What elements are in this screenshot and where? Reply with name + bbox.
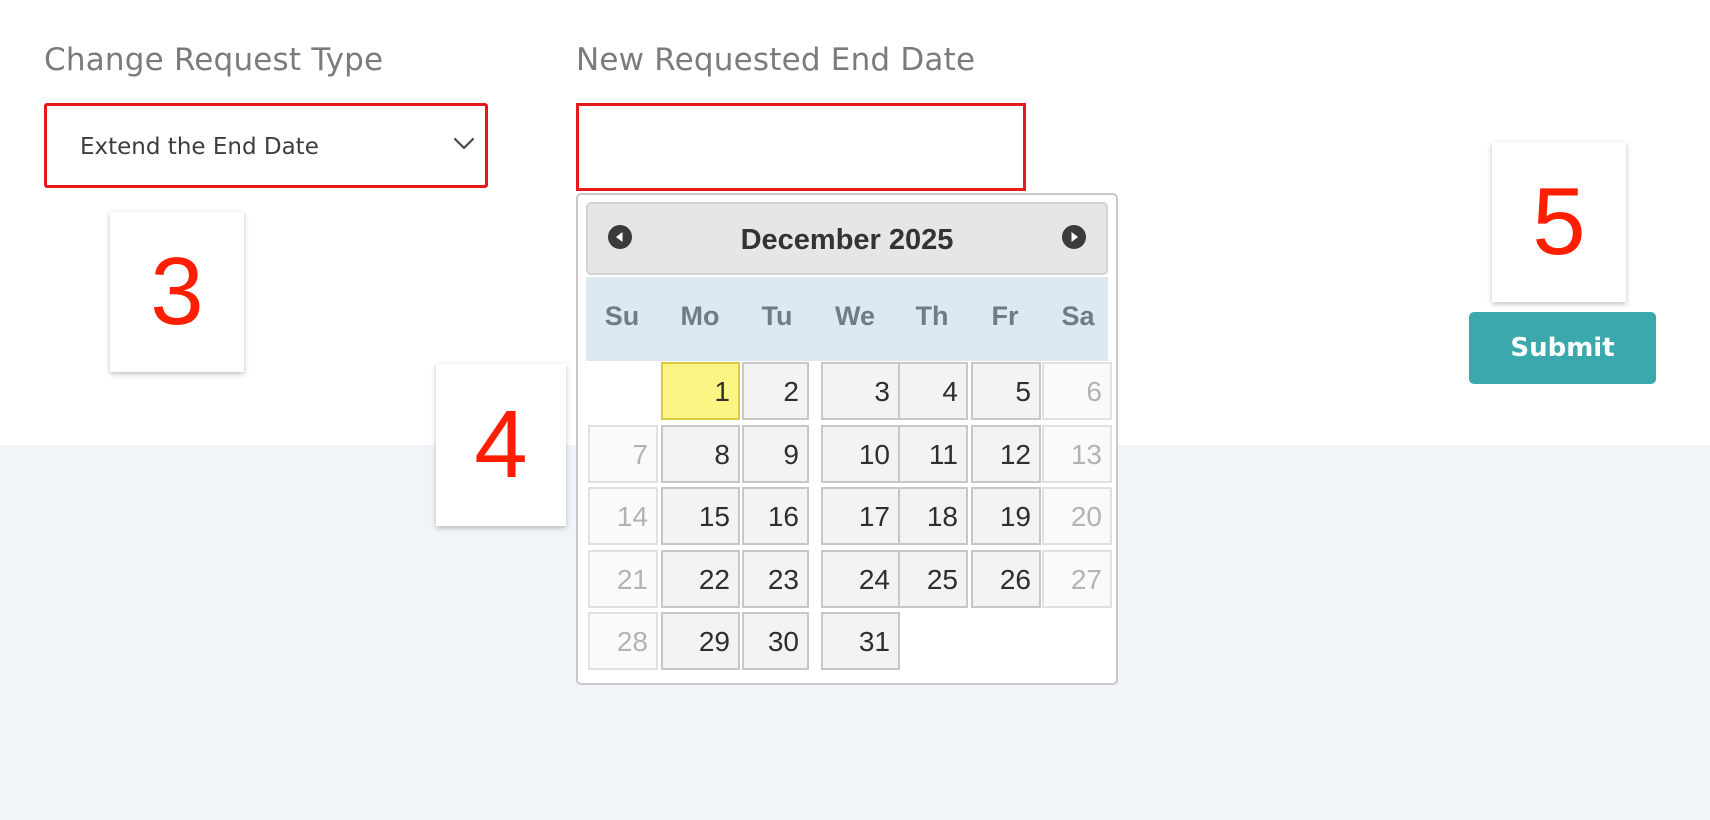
calendar-day-cell[interactable]: 31 — [821, 612, 900, 670]
callout-badge: 3 — [110, 212, 244, 372]
calendar-day-cell[interactable]: 21 — [588, 550, 658, 608]
calendar-day-cell[interactable]: 4 — [898, 362, 968, 420]
calendar-day-cell[interactable]: 5 — [971, 362, 1041, 420]
calendar-day-cell[interactable]: 3 — [821, 362, 900, 420]
calendar-day-cell[interactable]: 23 — [742, 550, 809, 608]
calendar-day-cell[interactable]: 30 — [742, 612, 809, 670]
change-request-type-select[interactable]: Extend the End Date — [44, 103, 488, 188]
weekday-label: Tu — [761, 301, 793, 331]
weekday-label: Mo — [680, 301, 720, 331]
end-date-input[interactable] — [576, 103, 1026, 191]
calendar-day-cell[interactable]: 1 — [661, 362, 740, 420]
calendar-day-cell[interactable]: 25 — [898, 550, 968, 608]
datepicker-month-title: December 2025 — [740, 224, 954, 256]
weekday-label: Sa — [1061, 301, 1095, 331]
calendar-day-cell[interactable]: 20 — [1042, 487, 1112, 545]
calendar-day-cell[interactable]: 29 — [661, 612, 740, 670]
datepicker-header: December 2025 — [586, 202, 1108, 275]
datepicker-popup: December 2025 Su Mo Tu We Th Fr Sa 12345… — [576, 193, 1118, 685]
calendar-day-cell[interactable]: 15 — [661, 487, 740, 545]
chevron-down-icon — [453, 137, 475, 150]
calendar-day-cell[interactable]: 7 — [588, 425, 658, 483]
calendar-day-cell[interactable]: 2 — [742, 362, 809, 420]
end-date-label: New Requested End Date — [576, 42, 976, 78]
change-request-type-value: Extend the End Date — [80, 134, 319, 160]
weekday-label: We — [834, 301, 875, 331]
next-month-button[interactable] — [1062, 225, 1086, 249]
calendar-day-cell[interactable]: 12 — [971, 425, 1041, 483]
calendar-day-cell[interactable]: 27 — [1042, 550, 1112, 608]
calendar-day-cell[interactable]: 11 — [898, 425, 968, 483]
weekday-label: Su — [604, 301, 640, 331]
calendar-day-cell[interactable]: 16 — [742, 487, 809, 545]
calendar-day-cell[interactable]: 28 — [588, 612, 658, 670]
weekday-label: Fr — [991, 301, 1019, 331]
calendar-day-cell[interactable]: 22 — [661, 550, 740, 608]
calendar-day-cell[interactable]: 13 — [1042, 425, 1112, 483]
calendar-day-cell[interactable]: 14 — [588, 487, 658, 545]
submit-button[interactable]: Submit — [1469, 312, 1656, 384]
weekday-header-row: Su Mo Tu We Th Fr Sa — [586, 277, 1108, 361]
calendar-day-cell[interactable]: 18 — [898, 487, 968, 545]
calendar-day-cell[interactable]: 6 — [1042, 362, 1112, 420]
callout-badge: 5 — [1492, 142, 1626, 302]
calendar-day-cell[interactable]: 24 — [821, 550, 900, 608]
calendar-day-cell[interactable]: 26 — [971, 550, 1041, 608]
calendar-day-cell[interactable]: 19 — [971, 487, 1041, 545]
change-request-type-label: Change Request Type — [44, 42, 384, 78]
calendar-day-cell[interactable]: 8 — [661, 425, 740, 483]
circle-arrow-right-icon — [1071, 232, 1078, 242]
callout-badge: 4 — [436, 364, 566, 526]
calendar-day-cell[interactable]: 9 — [742, 425, 809, 483]
calendar-day-cell[interactable]: 17 — [821, 487, 900, 545]
calendar-day-cell[interactable]: 10 — [821, 425, 900, 483]
weekday-label: Th — [915, 301, 949, 331]
